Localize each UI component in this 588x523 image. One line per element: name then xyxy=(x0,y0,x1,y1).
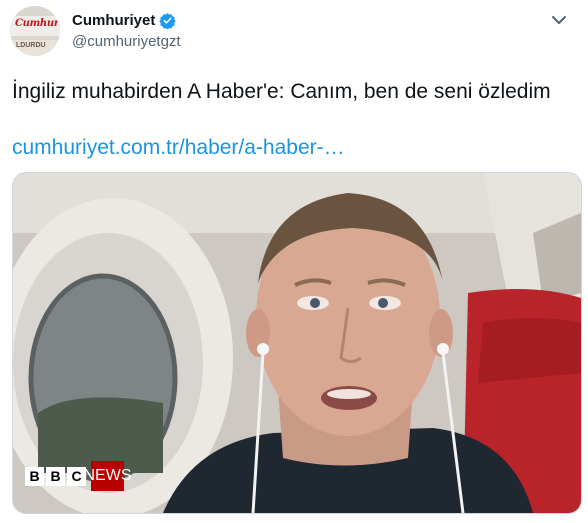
bbc-logo-letter: B xyxy=(25,466,44,486)
bbc-logo-news: NEWS xyxy=(84,461,132,491)
avatar-logo-text: Cumhuriyet xyxy=(15,18,60,29)
author-name-row[interactable]: Cumhuriyet xyxy=(72,12,177,29)
author-handle[interactable]: @cumhuriyetgzt xyxy=(72,33,181,50)
author-name[interactable]: Cumhuriyet xyxy=(72,12,155,29)
chevron-down-icon[interactable] xyxy=(548,12,570,28)
verified-badge-icon xyxy=(159,13,177,29)
avatar[interactable]: Cumhuriyet LDURDU xyxy=(10,6,60,56)
tweet-media-video[interactable]: B B C NEWS xyxy=(12,172,582,514)
tweet-card: Cumhuriyet LDURDU Cumhuriyet @cumhuriyet… xyxy=(0,0,588,523)
bbc-logo-letter: B xyxy=(46,466,65,486)
tweet-text: İngiliz muhabirden A Haber'e: Canım, ben… xyxy=(12,80,551,103)
bbc-news-logo: B B C NEWS xyxy=(25,461,132,491)
avatar-strip-text: LDURDU xyxy=(16,42,46,49)
avatar-strip: LDURDU xyxy=(10,40,60,56)
tweet-link[interactable]: cumhuriyet.com.tr/haber/a-haber-… xyxy=(12,134,345,161)
